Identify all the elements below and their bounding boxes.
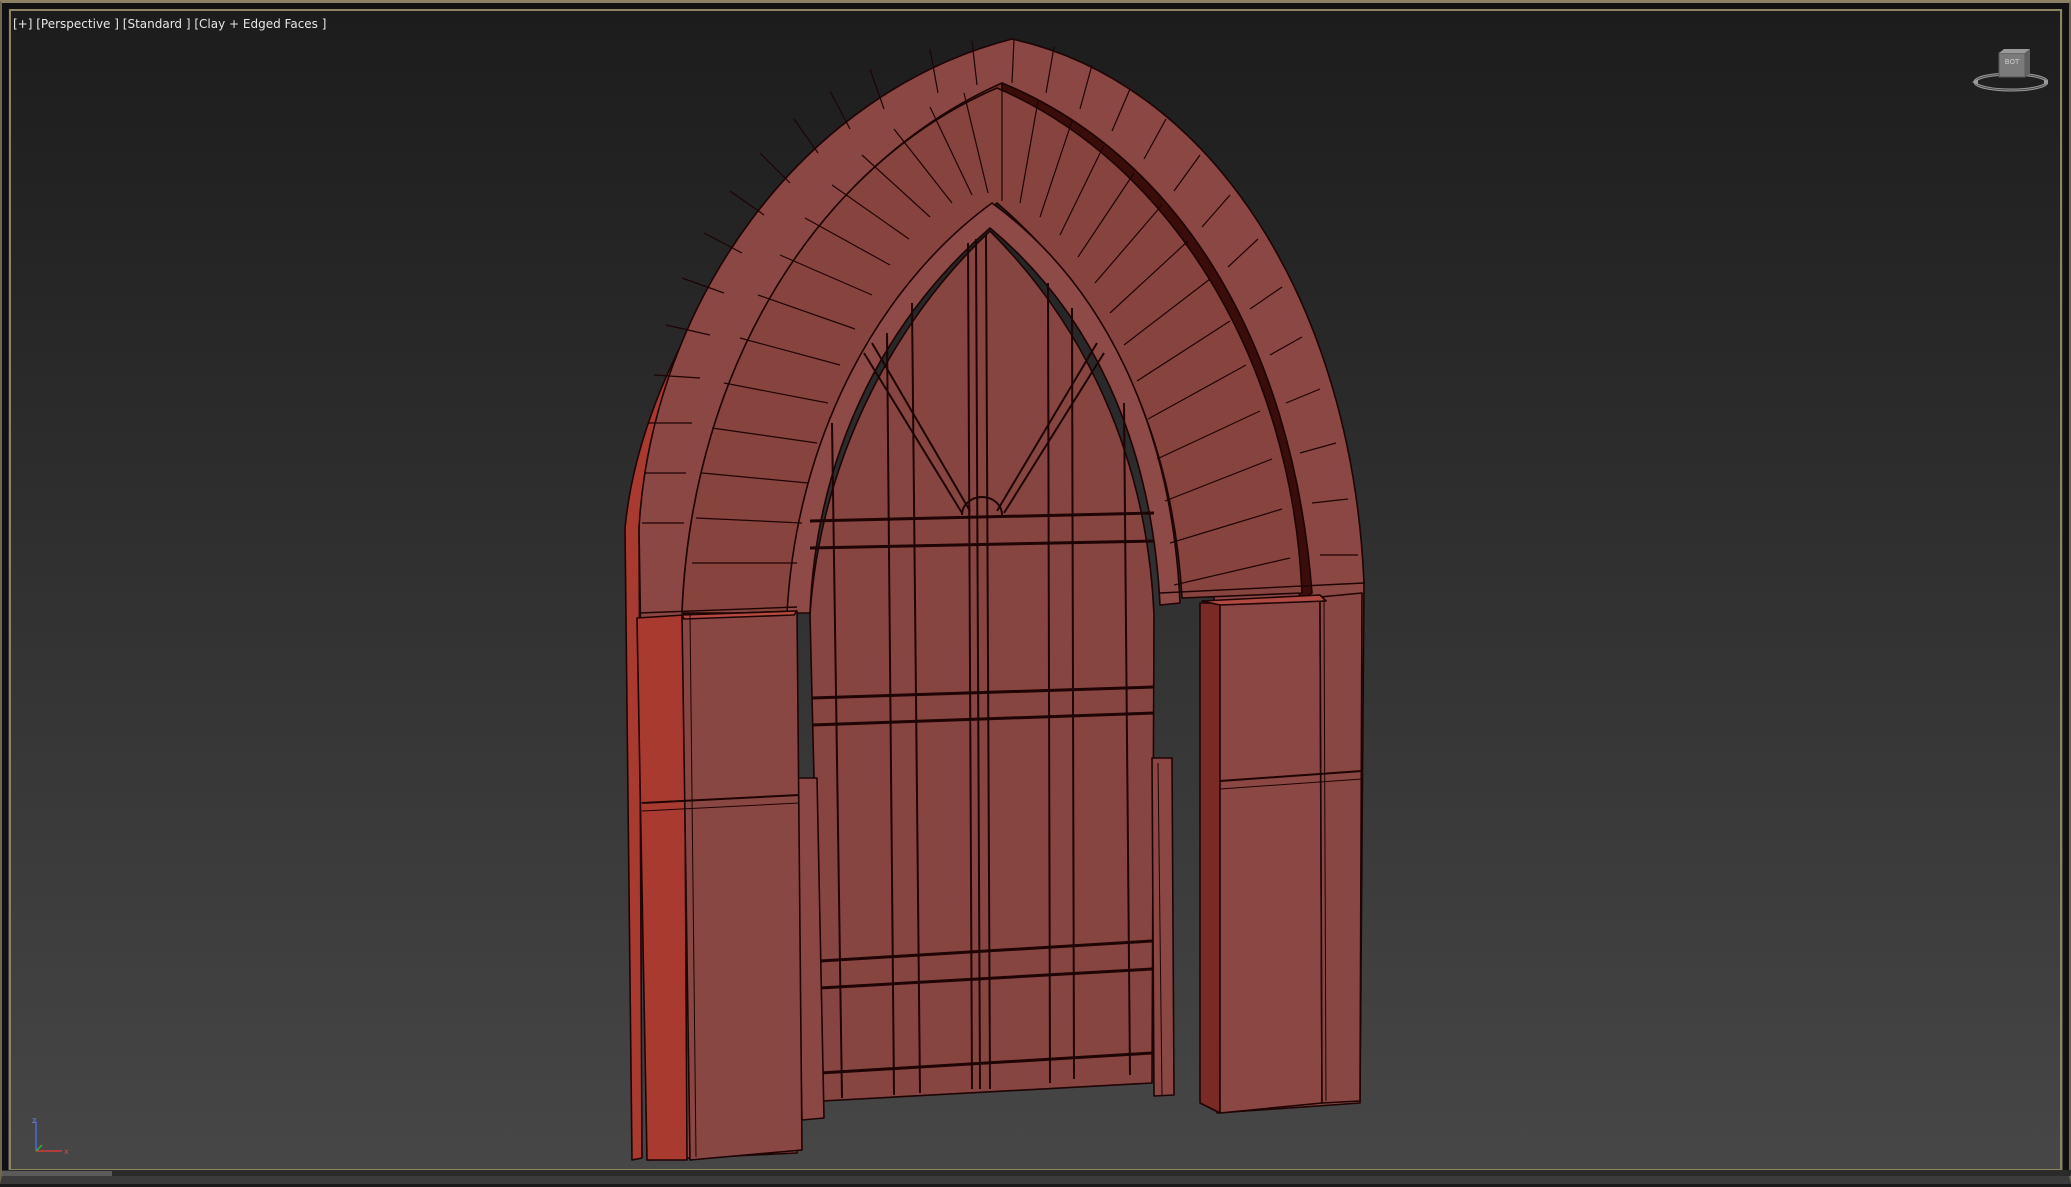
viewport-camera-label[interactable]: [Perspective ] [36,17,119,31]
axis-z-label: z [32,1116,36,1125]
scene-canvas[interactable] [2,3,2071,1187]
left-pillar-front[interactable] [681,610,803,1161]
perspective-viewport[interactable]: [+] [Perspective ] [Standard ] [Clay + E… [0,0,2071,1184]
viewport-bottom-tab[interactable] [2,1171,112,1176]
viewport-bottom-strip [2,1170,2071,1176]
right-pillar-front[interactable] [1219,596,1323,1114]
viewcube-face-label: BOT [2005,58,2020,66]
viewport-shading-label[interactable]: [Clay + Edged Faces ] [194,17,326,31]
gothic-arch-doorway[interactable] [624,38,1365,1161]
left-pillar-side [636,614,688,1161]
viewport-label[interactable]: [+] [Perspective ] [Standard ] [Clay + E… [13,17,326,31]
axis-x-label: x [64,1147,69,1156]
right-pillar-side [1199,602,1223,1114]
right-jamb-step [1151,757,1175,1097]
viewcube-icon[interactable]: BOT [1968,47,2048,97]
viewport-menu-plus[interactable]: [+] [13,17,32,31]
viewport-standard-label[interactable]: [Standard ] [123,17,191,31]
axis-tripod-icon: z x [32,1116,69,1156]
right-pillar-outer [1319,592,1363,1104]
